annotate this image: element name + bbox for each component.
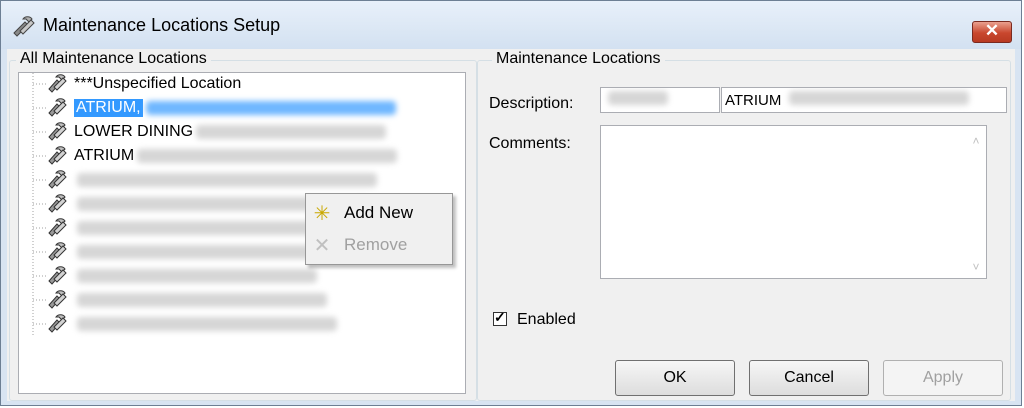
remove-menu-item[interactable]: ✕ Remove — [306, 231, 452, 261]
location-icon — [47, 218, 69, 238]
description-field[interactable]: ATRIUM — [721, 87, 1007, 113]
description-code-field[interactable] — [600, 87, 720, 113]
location-icon — [47, 314, 69, 334]
dialog-window: Maintenance Locations Setup ✕ All Mainte… — [0, 0, 1022, 406]
remove-label: Remove — [344, 235, 408, 254]
check-icon: ✓ — [494, 309, 506, 325]
remove-x-icon: ✕ — [313, 235, 331, 257]
add-new-menu-item[interactable]: ✳ Add New — [306, 199, 452, 229]
tree-item-label: LOWER DINING — [74, 123, 194, 140]
enabled-label[interactable]: Enabled — [517, 311, 576, 329]
scroll-down-icon[interactable]: ˅ — [970, 260, 982, 274]
dialog-client-area: All Maintenance Locations ***Unspecified… — [7, 49, 1015, 401]
tree-item-label: ***Unspecified Location — [74, 75, 242, 92]
redacted-code — [608, 91, 668, 105]
location-icon — [47, 194, 69, 214]
tree-item[interactable]: ATRIUM — [47, 145, 398, 167]
enabled-checkbox[interactable]: ✓ — [493, 309, 507, 326]
location-icon — [47, 146, 69, 166]
apply-button[interactable]: Apply — [883, 360, 1003, 396]
location-details-group-label: Maintenance Locations — [492, 50, 665, 68]
window-title: Maintenance Locations Setup — [43, 15, 281, 35]
description-value: ATRIUM — [725, 92, 782, 109]
comments-field[interactable]: ˄ ˅ — [600, 125, 987, 279]
redacted-text — [77, 269, 317, 283]
title-bar[interactable]: Maintenance Locations Setup ✕ — [1, 1, 1021, 49]
tree-item-label: ATRIUM, — [74, 99, 143, 117]
location-icon — [47, 242, 69, 262]
context-menu: ✳ Add New ✕ Remove — [305, 193, 453, 265]
redacted-text — [77, 317, 337, 331]
redacted-text — [145, 101, 396, 115]
redacted-description — [788, 91, 969, 105]
close-button[interactable]: ✕ — [972, 21, 1012, 43]
redacted-text — [196, 125, 387, 139]
location-icon — [47, 122, 69, 142]
tree-item[interactable]: LOWER DINING — [47, 121, 387, 143]
tree-item[interactable] — [47, 169, 377, 191]
comments-label: Comments: — [489, 135, 571, 152]
location-icon — [47, 170, 69, 190]
description-label: Description: — [489, 95, 574, 112]
tree-item[interactable]: ATRIUM, — [47, 97, 396, 119]
location-icon — [47, 98, 69, 118]
location-icon — [47, 266, 69, 286]
all-locations-group-label: All Maintenance Locations — [16, 50, 211, 68]
asterisk-icon: ✳ — [313, 203, 331, 225]
location-icon — [47, 290, 69, 310]
tree-item[interactable] — [47, 289, 327, 311]
cancel-button[interactable]: Cancel — [749, 360, 869, 396]
maintenance-tools-icon — [13, 16, 35, 37]
ok-button[interactable]: OK — [615, 360, 735, 396]
add-new-label: Add New — [344, 203, 413, 222]
scroll-up-icon[interactable]: ˄ — [970, 134, 982, 148]
close-icon: ✕ — [984, 21, 1000, 40]
tree-item[interactable] — [47, 313, 337, 335]
redacted-text — [77, 173, 377, 187]
redacted-text — [137, 149, 398, 163]
tree-item-label: ATRIUM — [74, 147, 135, 164]
tree-item[interactable]: ***Unspecified Location — [47, 73, 241, 95]
tree-item[interactable] — [47, 265, 317, 287]
location-icon — [47, 74, 69, 94]
redacted-text — [77, 293, 327, 307]
